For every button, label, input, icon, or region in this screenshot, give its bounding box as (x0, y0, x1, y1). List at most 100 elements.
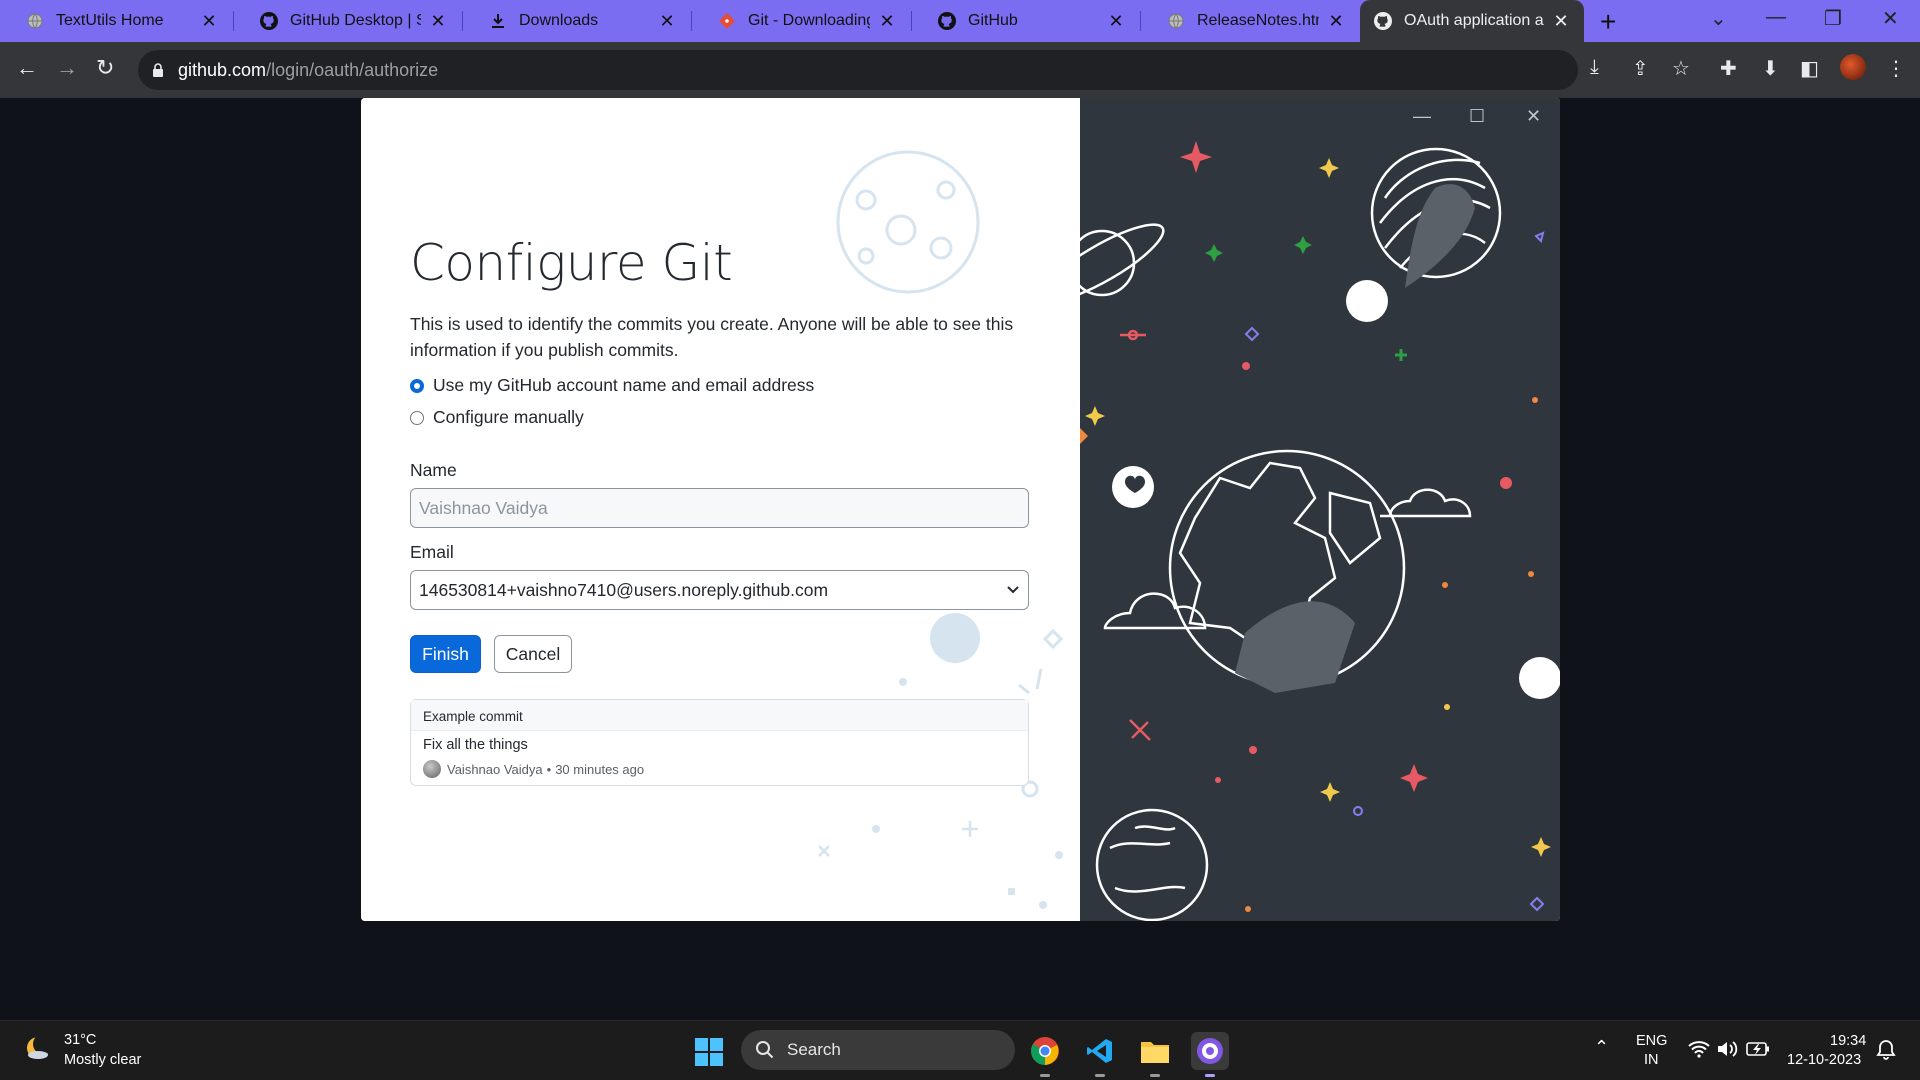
example-commit-header: Example commit (411, 700, 1028, 731)
moon-weather-icon[interactable] (24, 1034, 52, 1062)
avatar (423, 760, 441, 778)
tab-title: ReleaseNotes.html (1197, 12, 1319, 29)
finish-button[interactable]: Finish (410, 635, 481, 673)
space-illustration (1080, 141, 1560, 921)
tab-search-chevron-icon[interactable]: ⌄ (1710, 6, 1727, 31)
close-icon[interactable]: ✕ (1327, 11, 1345, 32)
clock-time[interactable]: 19:34 (1830, 1033, 1866, 1049)
weather-description: Mostly clear (64, 1052, 142, 1068)
side-panel-icon[interactable]: ◧ (1800, 56, 1819, 81)
search-icon (756, 1041, 774, 1059)
example-commit-meta: Vaishnao Vaidya • 30 minutes ago (411, 753, 1028, 778)
search-label: Search (787, 1040, 841, 1059)
running-indicator (1040, 1074, 1050, 1077)
close-icon[interactable]: ✕ (429, 11, 447, 32)
tab-textutils[interactable]: TextUtils Home ✕ (0, 0, 232, 42)
tab-release-notes[interactable]: ReleaseNotes.html ✕ (1141, 0, 1359, 42)
tab-downloads[interactable]: Downloads ✕ (463, 0, 690, 42)
download-icon (489, 12, 507, 30)
page-title: Configure Git (410, 234, 733, 292)
back-arrow-icon[interactable]: ← (16, 55, 38, 81)
tab-title: GitHub (968, 12, 1018, 29)
window-close-icon[interactable]: ✕ (1882, 6, 1899, 31)
github-icon (1374, 12, 1392, 30)
address-bar[interactable]: github.com/login/oauth/authorize (138, 50, 1578, 90)
file-explorer-taskbar-icon[interactable] (1136, 1032, 1174, 1077)
wifi-icon[interactable] (1688, 1040, 1710, 1058)
chevron-down-icon (1007, 586, 1019, 594)
name-field[interactable]: Vaishnao Vaidya (410, 488, 1029, 528)
name-value: Vaishnao Vaidya (419, 497, 548, 518)
extensions-puzzle-icon[interactable]: ✚ (1720, 56, 1737, 81)
close-icon[interactable]: ✕ (658, 11, 676, 32)
running-indicator (1095, 1074, 1105, 1077)
language-bottom[interactable]: IN (1644, 1052, 1659, 1068)
cancel-button[interactable]: Cancel (494, 635, 572, 673)
tab-title: Git - Downloading Pa (748, 12, 870, 29)
close-icon[interactable]: ✕ (878, 11, 896, 32)
radio-checked-icon[interactable] (410, 378, 424, 393)
weather-temperature: 31°C (64, 1032, 97, 1048)
reload-icon[interactable]: ↻ (96, 55, 114, 81)
lock-icon (153, 63, 163, 77)
profile-avatar[interactable] (1840, 54, 1866, 80)
tab-title: Downloads (519, 12, 599, 29)
minimize-icon[interactable]: — (1766, 6, 1786, 29)
configure-git-panel: Configure Git This is used to identify t… (361, 98, 1080, 921)
email-label: Email (410, 542, 454, 562)
share-icon[interactable]: ⇪ (1632, 56, 1649, 81)
close-icon[interactable]: ✕ (1552, 11, 1570, 32)
vscode-taskbar-icon[interactable] (1081, 1032, 1119, 1077)
page-description: This is used to identify the commits you… (410, 314, 1014, 360)
radio-label: Use my GitHub account name and email add… (433, 375, 815, 395)
email-select[interactable]: 146530814+vaishno7410@users.noreply.gith… (410, 570, 1029, 610)
kebab-menu-icon[interactable]: ⋮ (1886, 56, 1906, 81)
new-tab-button[interactable]: + (1600, 6, 1616, 38)
restore-icon[interactable]: ❐ (1824, 6, 1842, 31)
windows-taskbar: 31°C Mostly clear Search ⌃ ENG IN 19:34 … (0, 1020, 1920, 1080)
git-icon (718, 12, 736, 30)
battery-charging-icon[interactable] (1746, 1041, 1770, 1057)
close-icon[interactable]: ✕ (200, 11, 218, 32)
github-icon (260, 12, 278, 30)
github-icon (938, 12, 956, 30)
downloads-icon[interactable]: ⬇ (1762, 56, 1779, 81)
space-illustration-panel: — ☐ ✕ (1080, 98, 1560, 921)
volume-icon[interactable] (1716, 1040, 1738, 1058)
browser-tab-strip: TextUtils Home ✕ GitHub Desktop | Sim ✕ … (0, 0, 1920, 42)
chrome-taskbar-icon[interactable] (1026, 1032, 1064, 1077)
bookmark-star-icon[interactable]: ☆ (1672, 56, 1690, 81)
url-host: github.com (178, 59, 267, 80)
globe-icon (26, 12, 44, 30)
show-hidden-icons-chevron-icon[interactable]: ⌃ (1594, 1037, 1609, 1058)
commit-author: Vaishnao Vaidya (447, 761, 543, 777)
name-label: Name (410, 460, 457, 480)
install-app-icon[interactable]: ⤓ (1590, 56, 1599, 79)
close-icon[interactable]: ✕ (1107, 11, 1125, 32)
tab-title: TextUtils Home (56, 12, 164, 29)
github-desktop-taskbar-icon[interactable] (1191, 1032, 1229, 1077)
tab-git-download[interactable]: Git - Downloading Pa ✕ (692, 0, 910, 42)
radio-configure-manually[interactable]: Configure manually (410, 407, 584, 428)
windows-start-icon[interactable] (694, 1037, 724, 1067)
taskbar-search[interactable]: Search (741, 1030, 1015, 1070)
radio-label: Configure manually (433, 407, 584, 427)
meta-separator: • (546, 761, 552, 777)
browser-toolbar: ← → ↻ github.com/login/oauth/authorize ⤓… (0, 42, 1920, 98)
clock-date[interactable]: 12-10-2023 (1787, 1052, 1861, 1068)
tab-github[interactable]: GitHub ✕ (912, 0, 1139, 42)
language-top[interactable]: ENG (1636, 1033, 1667, 1049)
radio-use-github-account[interactable]: Use my GitHub account name and email add… (410, 375, 814, 396)
tab-oauth[interactable]: OAuth application au ✕ (1360, 0, 1584, 42)
notification-bell-icon[interactable] (1876, 1039, 1896, 1061)
url-path: /login/oauth/authorize (266, 59, 439, 80)
tab-github-desktop[interactable]: GitHub Desktop | Sim ✕ (234, 0, 461, 42)
example-commit-box: Example commit Fix all the things Vaishn… (410, 699, 1029, 786)
github-desktop-window: Configure Git This is used to identify t… (361, 98, 1560, 921)
forward-arrow-icon[interactable]: → (56, 55, 78, 81)
running-indicator (1205, 1074, 1215, 1077)
radio-unchecked-icon[interactable] (410, 410, 424, 425)
email-value: 146530814+vaishno7410@users.noreply.gith… (419, 579, 829, 600)
tab-title: GitHub Desktop | Sim (290, 12, 421, 29)
commit-time: 30 minutes ago (555, 761, 645, 777)
